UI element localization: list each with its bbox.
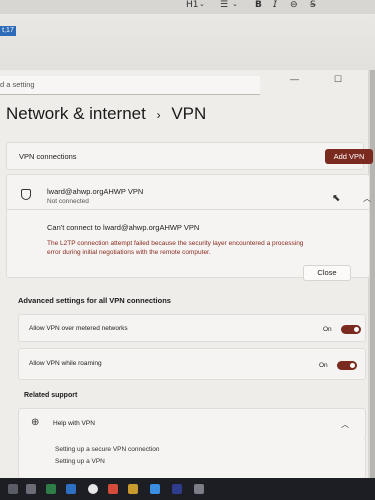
chevron-up-icon[interactable]: ︿ xyxy=(341,419,349,430)
app-icon[interactable] xyxy=(66,484,76,494)
related-support-title: Related support xyxy=(24,392,78,399)
list-icon[interactable]: ☰ xyxy=(220,0,228,10)
italic-icon[interactable]: 𝘐 xyxy=(273,0,277,10)
browser-icon[interactable] xyxy=(88,484,98,494)
error-title: Can't connect to lward@ahwp.orgAHWP VPN xyxy=(47,223,200,232)
page-title: VPN xyxy=(171,104,207,123)
metered-label: Allow VPN over metered networks xyxy=(29,325,128,332)
settings-window: d a setting — ☐ Network & internet › VPN… xyxy=(0,70,373,485)
metered-setting-row: Allow VPN over metered networks On xyxy=(18,314,366,342)
help-with-vpn-label: Help with VPN xyxy=(53,420,95,427)
support-links: Setting up a secure VPN connection Setti… xyxy=(18,438,366,479)
chevron-up-icon[interactable]: ︿ xyxy=(363,193,371,204)
roaming-setting-row: Allow VPN while roaming On xyxy=(18,348,366,380)
add-vpn-button[interactable]: Add VPN xyxy=(325,149,373,164)
metered-state: On xyxy=(323,326,332,333)
link-icon[interactable]: ⊖ xyxy=(290,0,298,10)
bold-button[interactable]: B xyxy=(255,0,262,10)
chevron-down-icon[interactable]: ⌄ xyxy=(199,0,205,8)
task-view-icon[interactable] xyxy=(26,484,36,494)
breadcrumb: Network & internet › VPN xyxy=(6,104,206,124)
vpn-connection-status: Not connected xyxy=(47,198,89,205)
vpn-connection-name[interactable]: lward@ahwp.orgAHWP VPN xyxy=(47,187,143,196)
strikethrough-icon[interactable]: S̶ xyxy=(310,0,316,10)
vpn-connection-card: lward@ahwp.orgAHWP VPN Not connected ⬉ ︿… xyxy=(6,174,371,281)
roaming-state: On xyxy=(319,362,328,369)
minimize-icon[interactable]: — xyxy=(290,74,299,84)
breadcrumb-separator: › xyxy=(156,108,161,122)
support-link[interactable]: Setting up a VPN xyxy=(55,458,105,465)
error-line: error during initial negotiations with t… xyxy=(47,249,211,256)
folder-icon[interactable] xyxy=(128,484,138,494)
vpn-connections-row: VPN connections Add VPN xyxy=(6,142,373,170)
taskbar xyxy=(0,478,375,500)
roaming-label: Allow VPN while roaming xyxy=(29,360,102,367)
selected-text: t,17 xyxy=(0,26,16,36)
error-message: The L2TP connection attempt failed becau… xyxy=(47,239,362,257)
app-icon[interactable] xyxy=(150,484,160,494)
roaming-toggle[interactable] xyxy=(337,361,357,370)
error-line: The L2TP connection attempt failed becau… xyxy=(47,240,304,247)
breadcrumb-parent[interactable]: Network & internet xyxy=(6,104,146,123)
advanced-settings-title: Advanced settings for all VPN connection… xyxy=(18,296,171,305)
settings-icon[interactable] xyxy=(194,484,204,494)
editor-background xyxy=(0,14,375,74)
heading-selector[interactable]: H1 xyxy=(186,0,199,10)
help-with-vpn-row[interactable]: ⊕ Help with VPN ︿ xyxy=(18,408,366,440)
app-icon[interactable] xyxy=(46,484,56,494)
vpn-shield-icon xyxy=(21,189,31,200)
editor-toolbar: H1 ⌄ ☰ ⌄ B 𝘐 ⊖ S̶ xyxy=(0,0,375,14)
app-icon[interactable] xyxy=(108,484,118,494)
maximize-icon[interactable]: ☐ xyxy=(334,74,342,85)
support-link[interactable]: Setting up a secure VPN connection xyxy=(55,446,159,453)
search-icon[interactable] xyxy=(8,484,18,494)
globe-icon: ⊕ xyxy=(31,417,40,428)
divider xyxy=(7,209,369,210)
chevron-down-icon[interactable]: ⌄ xyxy=(232,0,238,8)
vpn-connections-label: VPN connections xyxy=(19,152,77,161)
cursor-icon: ⬉ xyxy=(332,193,341,204)
search-input[interactable]: d a setting xyxy=(0,76,260,95)
app-icon[interactable] xyxy=(172,484,182,494)
close-button[interactable]: Close xyxy=(303,265,351,281)
metered-toggle[interactable] xyxy=(341,325,361,334)
